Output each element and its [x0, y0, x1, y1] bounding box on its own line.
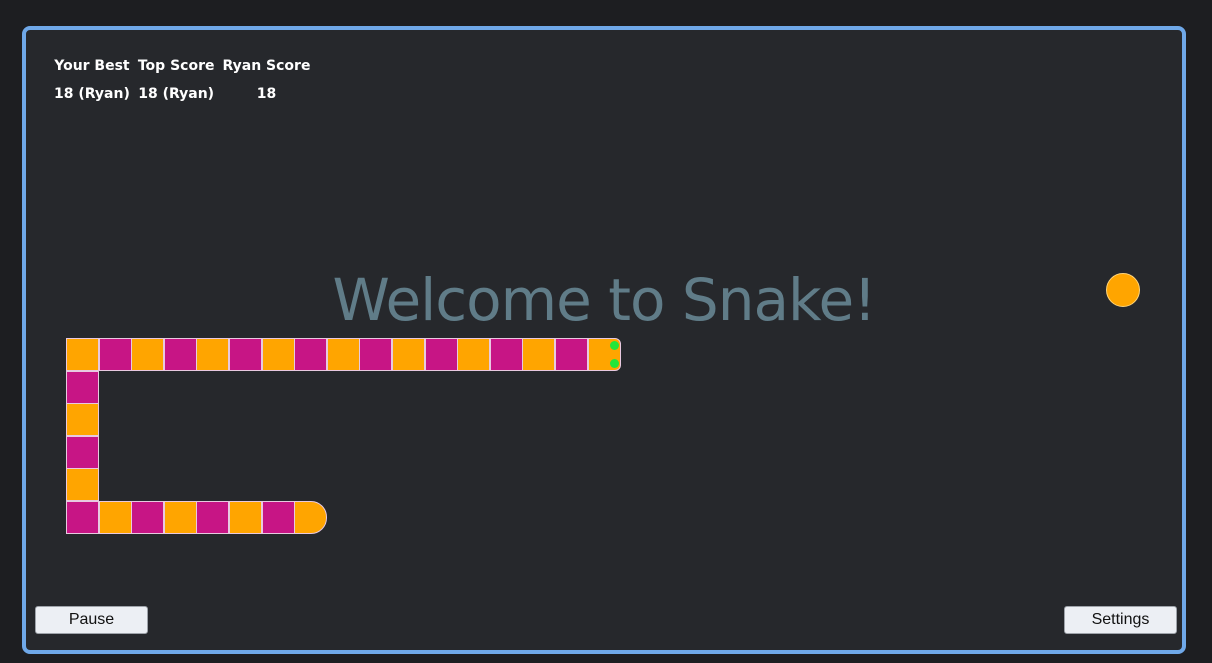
- snake-segment: [66, 435, 99, 469]
- snake-segment: [98, 338, 132, 371]
- snake-segment: [131, 338, 165, 371]
- snake-segment: [66, 468, 99, 502]
- snake-segment: [66, 403, 99, 437]
- snake-segment: [196, 338, 230, 371]
- snake-tail: [294, 501, 328, 534]
- snake-segment: [326, 338, 360, 371]
- snake-segment: [66, 370, 99, 404]
- snake-eye-bottom: [609, 359, 619, 368]
- game-board: Your Best Top Score Ryan Score 18 (Ryan)…: [22, 26, 1186, 654]
- snake-segment: [555, 338, 588, 371]
- snake-segment: [294, 338, 328, 371]
- snake-segment: [196, 501, 230, 534]
- snake-segment: [392, 338, 425, 371]
- pause-button[interactable]: Pause: [35, 606, 148, 634]
- snake-segment: [489, 338, 523, 371]
- snake-head: [587, 338, 621, 371]
- snake-segment: [163, 338, 197, 371]
- snake-segment: [261, 501, 295, 534]
- snake-segment: [457, 338, 491, 371]
- snake-segment: [66, 338, 99, 371]
- snake-segment: [522, 338, 556, 371]
- snake-segment: [424, 338, 458, 371]
- settings-button[interactable]: Settings: [1064, 606, 1177, 634]
- snake-segment: [229, 338, 262, 371]
- snake-segment: [131, 501, 165, 534]
- snake-eye-top: [609, 341, 619, 350]
- snake-segment: [98, 501, 132, 534]
- snake-segment: [229, 501, 262, 534]
- snake-segment: [66, 501, 99, 534]
- snake-segment: [359, 338, 393, 371]
- snake-segment: [163, 501, 197, 534]
- snake-segment: [261, 338, 295, 371]
- snake: [26, 30, 1182, 650]
